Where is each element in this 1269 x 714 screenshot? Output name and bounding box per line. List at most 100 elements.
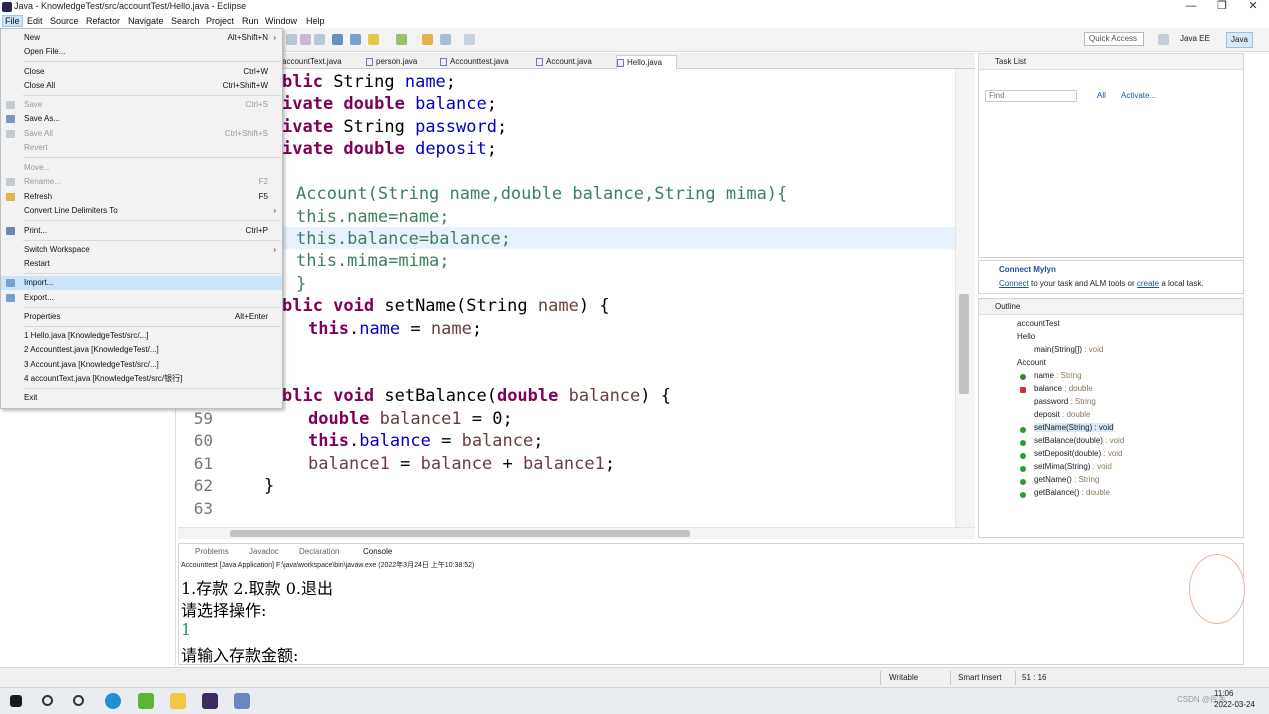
toolbar-icon[interactable] — [314, 34, 325, 45]
editor-horizontal-scrollbar[interactable] — [178, 527, 975, 539]
menu-item-close-all[interactable]: Close All Ctrl+Shift+W — [1, 79, 282, 93]
tab-label: accountText.java — [282, 57, 342, 66]
eclipse-taskbar-icon[interactable] — [202, 693, 218, 709]
menu-item-convert-line-delimiters[interactable]: Convert Line Delimiters To › — [1, 204, 282, 218]
menu-item-switch-workspace[interactable]: Switch Workspace › — [1, 243, 282, 257]
menu-search[interactable]: Search — [171, 16, 200, 26]
menu-item-exit[interactable]: Exit — [1, 391, 282, 405]
outline-item[interactable]: getName() : String — [1034, 475, 1099, 484]
file-menu-dropdown: New Alt+Shift+N › Open File... Close Ctrl+W… — [0, 28, 283, 409]
recent-file-4[interactable]: 4 accountText.java [KnowledgeTest/src/银行… — [1, 372, 282, 386]
task-filter-all[interactable]: All — [1097, 91, 1106, 100]
toolbar-icon[interactable] — [286, 34, 297, 45]
toolbar-icon[interactable] — [396, 34, 407, 45]
editor-vertical-scrollbar[interactable] — [955, 69, 975, 527]
recent-file-2[interactable]: 2 Accounttest.java [KnowledgeTest/...] — [1, 343, 282, 357]
app-icon[interactable] — [234, 693, 250, 709]
tab-account[interactable]: Account.java — [536, 55, 592, 69]
cortana-icon[interactable] — [73, 695, 84, 706]
open-perspective-icon[interactable] — [1158, 34, 1169, 45]
menu-help[interactable]: Help — [306, 16, 325, 26]
outline-item[interactable]: deposit : double — [1034, 410, 1091, 419]
outline-item[interactable]: password : String — [1034, 397, 1096, 406]
console-line: 请选择操作: — [181, 601, 267, 620]
code-editor[interactable]: blic String name; ivate double balance; … — [178, 69, 955, 527]
clock-time: 11:06 — [1214, 689, 1234, 698]
menu-item-print[interactable]: Print... Ctrl+P — [1, 224, 282, 238]
menu-window[interactable]: Window — [265, 16, 297, 26]
tab-label: Accounttest.java — [450, 57, 509, 66]
menu-item-properties[interactable]: Properties Alt+Enter — [1, 310, 282, 324]
perspective-java[interactable]: Java — [1226, 32, 1253, 48]
menu-edit[interactable]: Edit — [27, 16, 43, 26]
scroll-thumb[interactable] — [959, 294, 969, 394]
perspective-java-ee[interactable]: Java EE — [1176, 32, 1214, 48]
outline-item[interactable]: getBalance() : double — [1034, 488, 1110, 497]
menu-source[interactable]: Source — [50, 16, 79, 26]
toolbar-icon[interactable] — [368, 34, 379, 45]
forward-icon[interactable] — [464, 34, 475, 45]
toolbar-icon[interactable] — [300, 34, 311, 45]
menu-item-refresh[interactable]: Refresh F5 — [1, 190, 282, 204]
menu-item-move[interactable]: Move... — [1, 161, 282, 175]
menu-item-import[interactable]: Import... — [1, 276, 282, 290]
java-file-icon — [366, 58, 373, 66]
connect-link[interactable]: Connect — [999, 279, 1029, 288]
tab-problems[interactable]: Problems — [195, 547, 229, 556]
menu-item-close[interactable]: Close Ctrl+W — [1, 65, 282, 79]
menu-item-save[interactable]: Save Ctrl+S — [1, 98, 282, 112]
outline-item[interactable]: setDeposit(double) : void — [1034, 449, 1123, 458]
scroll-thumb[interactable] — [230, 530, 690, 537]
menu-item-revert[interactable]: Revert — [1, 141, 282, 155]
task-activate-link[interactable]: Activate... — [1121, 91, 1156, 100]
menu-project[interactable]: Project — [206, 16, 234, 26]
search-icon[interactable] — [42, 695, 53, 706]
outline-item[interactable]: balance : double — [1034, 384, 1093, 393]
menu-refactor[interactable]: Refactor — [86, 16, 120, 26]
recent-file-1[interactable]: 1 Hello.java [KnowledgeTest/src/...] — [1, 329, 282, 343]
menu-file[interactable]: File — [2, 15, 23, 27]
menu-item-open-file[interactable]: Open File... — [1, 45, 282, 59]
outline-item[interactable]: setBalance(double) : void — [1034, 436, 1124, 445]
outline-item[interactable]: name : String — [1034, 371, 1082, 380]
tab-accounttest[interactable]: Accounttest.java — [440, 55, 509, 69]
app-icon[interactable] — [138, 693, 154, 709]
menu-item-save-as[interactable]: Save As... — [1, 112, 282, 126]
toolbar-icon[interactable] — [332, 34, 343, 45]
recent-file-3[interactable]: 3 Account.java [KnowledgeTest/src/...] — [1, 358, 282, 372]
menu-run[interactable]: Run — [242, 16, 259, 26]
method-icon — [1020, 479, 1026, 485]
task-find-input[interactable]: Find — [985, 90, 1077, 102]
back-icon[interactable] — [440, 34, 451, 45]
method-icon — [1020, 453, 1026, 459]
tab-hello-active[interactable]: Hello.java — [616, 55, 678, 69]
toolbar-icon[interactable] — [350, 34, 361, 45]
edge-browser-icon[interactable] — [105, 693, 121, 709]
menu-item-rename[interactable]: Rename... F2 — [1, 175, 282, 189]
outline-item[interactable]: Account — [1017, 358, 1046, 367]
tab-person[interactable]: person.java — [366, 55, 417, 69]
tab-javadoc[interactable]: Javadoc — [249, 547, 279, 556]
code-line: ivate double balance; — [282, 94, 497, 114]
outline-item[interactable]: main(String[]) : void — [1034, 345, 1103, 354]
menu-navigate[interactable]: Navigate — [128, 16, 164, 26]
toolbar-icon[interactable] — [422, 34, 433, 45]
mascot-sticker — [1189, 554, 1245, 624]
menu-item-save-all[interactable]: Save All Ctrl+Shift+S — [1, 127, 282, 141]
create-link[interactable]: create — [1137, 279, 1159, 288]
windows-start-icon[interactable] — [10, 695, 22, 707]
outline-item[interactable]: Hello — [1017, 332, 1035, 341]
file-explorer-icon[interactable] — [170, 693, 186, 709]
tab-declaration[interactable]: Declaration — [299, 547, 339, 556]
outline-item[interactable]: setMima(String) : void — [1034, 462, 1112, 471]
maximize-button[interactable]: ❐ — [1209, 0, 1235, 14]
outline-item-selected[interactable]: setName(String) : void — [1034, 423, 1114, 432]
minimize-button[interactable]: — — [1178, 0, 1204, 14]
close-window-button[interactable]: ✕ — [1240, 0, 1266, 14]
quick-access-input[interactable]: Quick Access — [1084, 32, 1144, 46]
menu-item-export[interactable]: Export... — [1, 291, 282, 305]
menu-item-restart[interactable]: Restart — [1, 257, 282, 271]
tab-console[interactable]: Console — [363, 547, 392, 556]
outline-item[interactable]: accountTest — [1017, 319, 1060, 328]
menu-item-new[interactable]: New Alt+Shift+N › — [1, 31, 282, 45]
